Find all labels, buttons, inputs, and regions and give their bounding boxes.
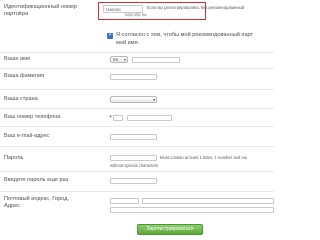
email-label: Ваш e-mail-адрес [4,133,50,139]
divider [0,108,274,109]
password-repeat-input[interactable] [110,178,157,184]
last-name-input[interactable] [110,74,157,80]
phone-number-input[interactable] [127,115,172,121]
partner-id-label: Идентификационный номер партнёра [4,4,78,17]
divider [0,126,274,127]
agree-text-line2: мой имя. [116,40,140,46]
first-name-label: Ваше имя [4,56,30,62]
email-input[interactable] [110,134,157,140]
first-name-input[interactable] [132,57,180,63]
address-label-line2: Адрес [4,203,21,209]
phone-label: Ваш номер телефона [4,114,61,120]
country-label: Ваша страна [4,96,38,102]
title-select[interactable]: Mr ▾ [110,56,128,63]
address-label-line1: Почтовый индекс, Город, [4,196,69,202]
agree-text-line1: Я согласен с тем, чтобы мой рекомендован… [116,32,254,38]
divider [0,68,274,69]
title-select-value: Mr [113,57,119,62]
checkmark-icon: ✓ [108,32,114,38]
zip-input[interactable] [110,198,139,204]
chevron-down-icon: ▾ [123,57,126,62]
password-label: Пароль [4,155,24,161]
partner-id-hint-bottom: партнёр на [125,12,147,17]
divider [0,171,274,172]
phone-code-input[interactable] [113,115,123,121]
password-input[interactable] [110,155,157,161]
divider [0,191,274,192]
last-name-label: Ваша фамилия [4,73,45,79]
city-input[interactable] [142,198,274,204]
partner-id-value: 7483190 [105,7,121,12]
divider [0,89,274,90]
divider [0,146,274,147]
phone-plus: + [109,114,113,120]
agree-checkbox[interactable]: ✓ [107,32,114,39]
country-select[interactable]: ▾ [110,96,157,103]
password-hint-line2: without special characters [110,163,159,168]
register-button[interactable]: Зарегистрироваться [137,224,203,235]
street-input[interactable] [110,207,274,213]
divider [0,52,274,53]
chevron-down-icon: ▾ [152,97,155,102]
password-hint-line1: Must contain at least 1 letter, 1 number… [160,155,248,160]
password-repeat-label: Введите пароль еще раз [4,177,69,183]
partner-id-hint: Если вы регистрировались без рекомендова… [147,5,245,10]
